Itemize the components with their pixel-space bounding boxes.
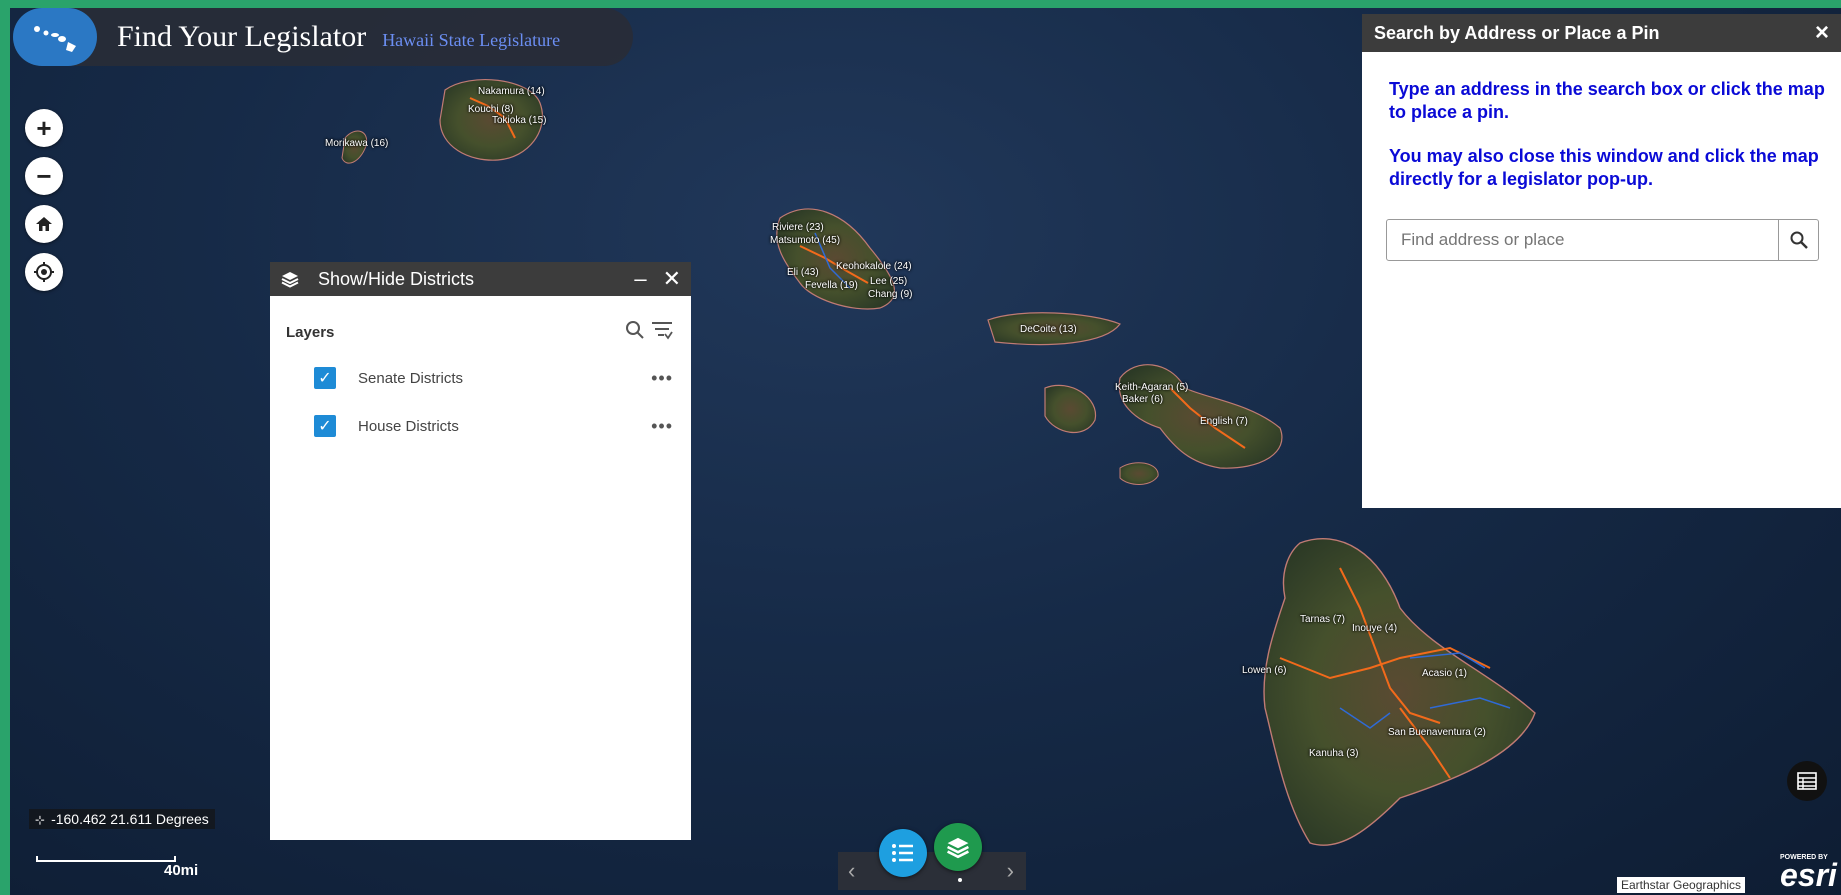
scale-bar: 40mi xyxy=(36,856,202,879)
district-label: Fevella (19) xyxy=(805,280,858,291)
home-button[interactable] xyxy=(25,205,63,243)
search-panel-title: Search by Address or Place a Pin xyxy=(1374,22,1660,43)
search-panel-header[interactable]: Search by Address or Place a Pin × xyxy=(1362,14,1841,52)
search-panel: Search by Address or Place a Pin × Type … xyxy=(1362,14,1841,508)
esri-logo[interactable]: POWERED BY esri xyxy=(1780,854,1837,891)
legend-button[interactable] xyxy=(879,829,927,877)
widget-nav-bar: ‹ › xyxy=(838,852,1026,890)
search-box xyxy=(1386,219,1819,261)
app-title: Find Your Legislator xyxy=(117,20,367,53)
district-label: Inouye (4) xyxy=(1352,623,1398,634)
search-button[interactable] xyxy=(1778,220,1818,260)
close-button[interactable]: ✕ xyxy=(663,266,681,292)
layers-section-label: Layers xyxy=(286,324,335,341)
app-header: Find Your Legislator Hawaii State Legisl… xyxy=(13,8,633,66)
island-lanai xyxy=(1044,384,1097,434)
district-label: Chang (9) xyxy=(868,289,913,300)
filter-icon[interactable] xyxy=(650,319,674,341)
district-label: Matsumoto (45) xyxy=(770,235,841,246)
layer-options-house[interactable]: ••• xyxy=(651,416,673,437)
district-label: English (7) xyxy=(1200,416,1248,427)
district-label: Tarnas (7) xyxy=(1300,614,1346,625)
close-button[interactable]: × xyxy=(1815,19,1829,47)
layers-icon xyxy=(281,272,299,288)
district-label: Kouchi (8) xyxy=(468,104,514,115)
scale-line xyxy=(36,856,176,862)
scale-label: 40mi xyxy=(164,862,199,879)
district-label: Keith-Agaran (5) xyxy=(1115,382,1189,393)
district-label: Kanuha (3) xyxy=(1309,748,1359,759)
layers-panel-header[interactable]: Show/Hide Districts – ✕ xyxy=(270,262,691,296)
chevron-left-icon[interactable]: ‹ xyxy=(848,858,855,884)
locate-icon xyxy=(34,262,54,282)
layers-icon xyxy=(947,837,969,859)
district-label: Morikawa (16) xyxy=(325,138,389,149)
minimize-button[interactable]: – xyxy=(634,266,646,292)
coordinate-value: -160.462 21.611 Degrees xyxy=(51,811,209,827)
district-label: Riviere (23) xyxy=(772,222,824,233)
checkbox-senate[interactable]: ✓ xyxy=(314,367,336,389)
plus-icon: + xyxy=(36,113,52,143)
layer-item-senate[interactable]: ✓ Senate Districts xyxy=(314,367,463,389)
locate-button[interactable] xyxy=(25,253,63,291)
app-subtitle[interactable]: Hawaii State Legislature xyxy=(382,30,560,51)
esri-wordmark: esri xyxy=(1780,857,1837,893)
district-label: Keohokalole (24) xyxy=(836,261,912,272)
district-label: Acasio (1) xyxy=(1422,668,1468,679)
zoom-in-button[interactable]: + xyxy=(25,109,63,147)
layers-widget-button[interactable] xyxy=(934,823,982,871)
chevron-right-icon[interactable]: › xyxy=(1007,858,1014,884)
checkbox-house[interactable]: ✓ xyxy=(314,415,336,437)
search-icon xyxy=(1790,231,1808,249)
district-label: Nakamura (14) xyxy=(478,86,545,97)
search-input[interactable] xyxy=(1387,220,1778,260)
layer-name: House Districts xyxy=(358,417,459,435)
instruction-text: Type an address in the search box or cli… xyxy=(1389,79,1825,122)
layer-name: Senate Districts xyxy=(358,369,464,387)
island-hawaii xyxy=(1263,538,1536,846)
page-dot xyxy=(958,878,962,882)
home-icon xyxy=(36,217,52,231)
minus-icon: − xyxy=(36,161,52,191)
crosshair-icon: ⊹ xyxy=(35,813,46,827)
instruction-text: You may also close this window and click… xyxy=(1389,146,1819,189)
layers-panel-title: Show/Hide Districts xyxy=(318,268,475,289)
search-icon[interactable] xyxy=(624,319,646,341)
zoom-out-button[interactable]: − xyxy=(25,157,63,195)
district-label: Lowen (6) xyxy=(1242,665,1287,676)
list-icon xyxy=(892,844,913,862)
attribute-table-button[interactable] xyxy=(1787,761,1827,801)
layer-options-senate[interactable]: ••• xyxy=(651,368,673,389)
district-label: Lee (25) xyxy=(870,276,908,287)
layers-panel: Show/Hide Districts – ✕ Layers ✓ Senate … xyxy=(270,262,691,840)
map-attribution: Earthstar Geographics xyxy=(1617,877,1746,893)
table-icon xyxy=(1797,772,1817,790)
layer-item-house[interactable]: ✓ House Districts xyxy=(314,415,459,437)
district-label: DeCoite (13) xyxy=(1020,324,1077,335)
district-label: Eli (43) xyxy=(787,267,819,278)
coordinate-readout[interactable]: ⊹ -160.462 21.611 Degrees xyxy=(29,809,215,829)
island-kahoolawe xyxy=(1119,462,1159,485)
hawaii-islands-icon xyxy=(13,8,97,66)
district-label: San Buenaventura (2) xyxy=(1388,727,1486,738)
district-label: Tokioka (15) xyxy=(492,115,547,126)
district-label: Baker (6) xyxy=(1122,394,1164,405)
